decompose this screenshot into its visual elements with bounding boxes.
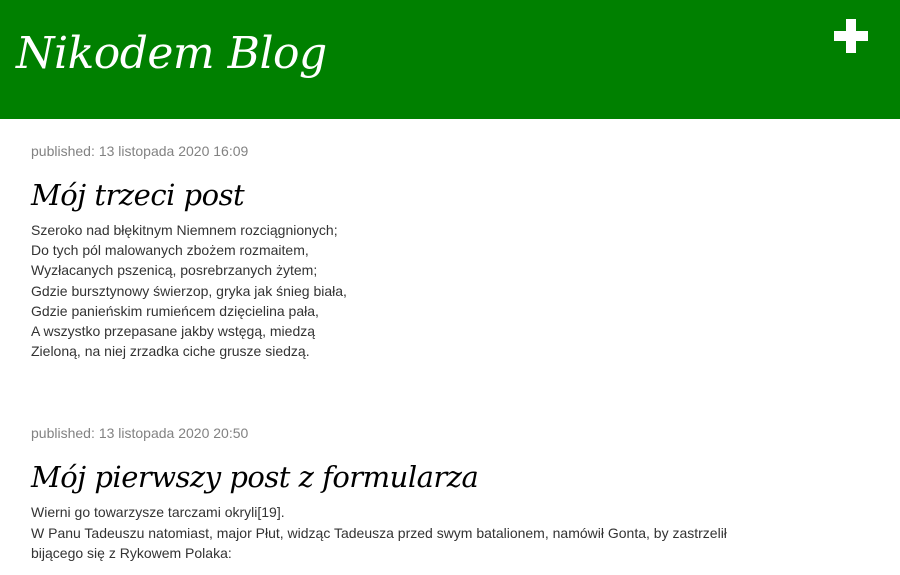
- published-date-value: 13 listopada 2020 20:50: [98, 425, 249, 442]
- post-item: published: 13 listopada 2020 16:09 Mój tr…: [0, 119, 900, 361]
- add-post-button[interactable]: [834, 19, 868, 53]
- post-item: published: 13 listopada 2020 20:50 Mój pi…: [0, 361, 900, 563]
- site-title-link[interactable]: Nikodem Blog: [16, 29, 327, 78]
- post-title[interactable]: Mój pierwszy post z formularza: [31, 458, 900, 496]
- post-published-date: published: 13 listopada 2020 20:50: [31, 424, 900, 442]
- plus-icon-vertical-bar: [846, 19, 856, 53]
- site-header: Nikodem Blog: [0, 0, 900, 119]
- published-label: published:: [31, 425, 95, 442]
- post-body: Szeroko nad błękitnym Niemnem rozciągnio…: [31, 222, 347, 360]
- published-date-value: 13 listopada 2020 16:09: [98, 143, 249, 159]
- post-list: published: 13 listopada 2020 16:09 Mój tr…: [0, 119, 900, 563]
- post-title[interactable]: Mój trzeci post: [31, 176, 900, 214]
- published-label: published:: [31, 143, 95, 159]
- post-published-date: published: 13 listopada 2020 16:09: [31, 142, 900, 160]
- post-body: Wierni go towarzysze tarczami okryli[19]…: [31, 504, 727, 561]
